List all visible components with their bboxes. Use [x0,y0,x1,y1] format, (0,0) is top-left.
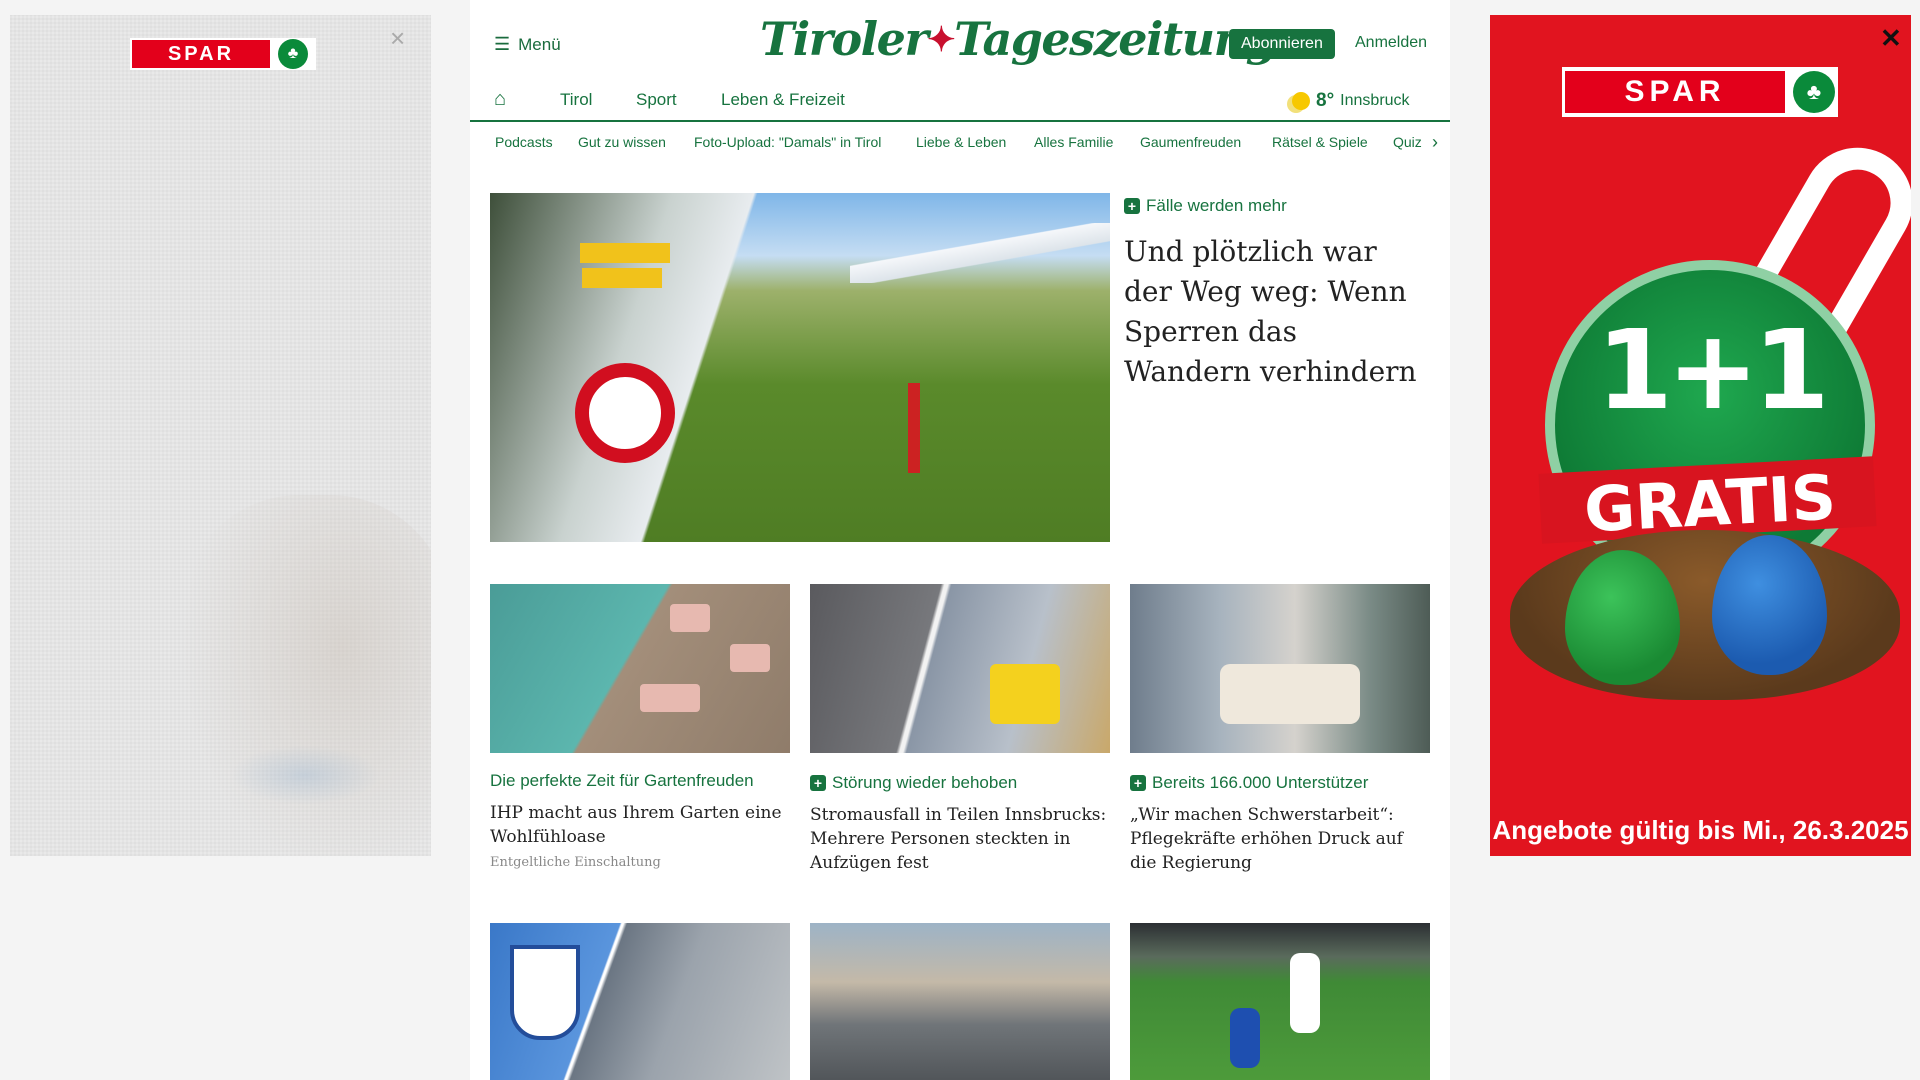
tyrol-eagle-icon: ✦ [927,20,956,60]
foxhill-shield-icon [510,945,580,1040]
site-logo[interactable]: Tiroler✦Tageszeitung [760,12,1278,66]
subnav-scroll-right-icon[interactable]: › [1432,132,1438,153]
subnav-item-raetsel-spiele[interactable]: Rätsel & Spiele [1272,134,1368,150]
thumb-detail [990,664,1060,724]
premium-plus-icon: + [1124,198,1140,214]
article-kicker: + Bereits 166.000 Unterstützer [1130,773,1430,793]
ad-offer-text: 1+1 [1596,306,1829,434]
subnav-item-gut-zu-wissen[interactable]: Gut zu wissen [578,134,666,150]
weather-temp: 8° [1316,90,1335,111]
right-ad-close-icon[interactable]: ✕ [1880,25,1902,51]
article-thumbnail[interactable] [1130,923,1430,1080]
nav-item-sport[interactable]: Sport [636,90,677,110]
hero-sign-yellow-2 [582,268,662,288]
subnav-item-alles-familie[interactable]: Alles Familie [1034,134,1113,150]
login-link[interactable]: Anmelden [1355,34,1427,52]
logo-text-left: Tiroler [760,12,929,66]
spar-logo: SPAR ♣ [1562,67,1838,117]
thumb-detail [670,604,710,632]
subnav-item-foto-upload[interactable]: Foto-Upload: "Damals" in Tirol [694,134,881,150]
sub-nav: Podcasts Gut zu wissen Foto-Upload: "Dam… [470,122,1450,160]
thumb-detail [1220,664,1360,724]
premium-plus-icon: + [810,775,826,791]
main-content: ☰ Menü Tiroler✦Tageszeitung Abonnieren A… [470,0,1450,1080]
thumb-detail [1230,1008,1260,1068]
home-icon[interactable]: ⌂ [494,88,506,111]
article-title[interactable]: „Wir machen Schwerstarbeit“: Pflegekräft… [1130,803,1430,875]
ad-background-detail [230,745,380,805]
logo-text-right: Tageszeitung [954,12,1278,66]
left-ad-banner[interactable]: SPAR ♣ × [10,15,431,856]
subnav-item-gaumenfreuden[interactable]: Gaumenfreuden [1140,134,1241,150]
sponsored-note: Entgeltliche Einschaltung [490,855,661,870]
hero-sign-yellow-1 [580,243,670,263]
nav-item-leben-freizeit[interactable]: Leben & Freizeit [721,90,845,110]
article-thumbnail[interactable] [810,584,1110,753]
menu-label: Menü [518,34,561,54]
article-card[interactable] [490,923,790,1080]
article-thumbnail[interactable] [490,923,790,1080]
menu-search-icon: ☰ [494,34,511,54]
article-title[interactable]: Stromausfall in Teilen Innsbrucks: Mehre… [810,803,1110,875]
article-thumbnail[interactable] [810,923,1110,1080]
sun-cloud-icon [1292,92,1310,110]
subscribe-button[interactable]: Abonnieren [1229,29,1335,59]
spar-tree-icon: ♣ [1793,71,1835,113]
article-card[interactable]: + Störung wieder behoben Stromausfall in… [810,584,1110,875]
article-card[interactable]: + Bereits 166.000 Unterstützer „Wir mach… [1130,584,1430,875]
thumb-detail [640,684,700,712]
article-kicker: + Störung wieder behoben [810,773,1110,793]
article-card[interactable] [1130,923,1430,1080]
site-header: ☰ Menü Tiroler✦Tageszeitung Abonnieren A… [470,0,1450,80]
article-thumbnail[interactable] [490,584,790,753]
menu-button[interactable]: ☰ Menü [494,34,561,55]
main-nav: ⌂ Tirol Sport Leben & Freizeit 8° Innsbr… [470,80,1450,122]
article-kicker-text: Störung wieder behoben [832,773,1018,792]
thumb-detail [1290,953,1320,1033]
article-card[interactable] [810,923,1110,1080]
nav-item-tirol[interactable]: Tirol [560,90,592,110]
no-bike-sign-icon [575,363,675,463]
spar-tree-icon: ♣ [278,39,308,69]
weather-widget[interactable]: 8° Innsbruck [1292,90,1410,112]
article-kicker: Die perfekte Zeit für Gartenfreuden [490,771,790,791]
premium-plus-icon: + [1130,775,1146,791]
hero-kicker-text: Fälle werden mehr [1146,196,1287,215]
spar-logo-text: SPAR [132,40,270,68]
hero-headline[interactable]: Und plötzlich war der Weg weg: Wenn Sper… [1124,232,1424,392]
article-card[interactable]: Die perfekte Zeit für Gartenfreuden IHP … [490,584,790,870]
article-kicker-text: Die perfekte Zeit für Gartenfreuden [490,771,754,790]
right-ad-banner[interactable]: SPAR ♣ 1+1 GRATIS Angebote gültig bis Mi… [1490,15,1911,856]
subnav-item-quiz[interactable]: Quiz [1393,134,1422,150]
article-thumbnail[interactable] [1130,584,1430,753]
article-kicker-text: Bereits 166.000 Unterstützer [1152,773,1369,792]
weather-city: Innsbruck [1340,92,1410,109]
hero-kicker[interactable]: + Fälle werden mehr [1124,196,1287,216]
hero-mountains [850,223,1110,283]
hero-image[interactable] [490,193,1110,542]
spar-logo: SPAR ♣ [130,38,316,70]
subnav-item-podcasts[interactable]: Podcasts [495,134,553,150]
left-ad-close-icon[interactable]: × [390,25,405,51]
subnav-item-liebe-leben[interactable]: Liebe & Leben [916,134,1006,150]
spar-logo-text: SPAR [1565,71,1785,113]
hero-trail-marker [908,383,920,473]
thumb-detail [730,644,770,672]
article-title[interactable]: IHP macht aus Ihrem Garten eine Wohlfühl… [490,801,790,849]
ad-validity-text: Angebote gültig bis Mi., 26.3.2025 [1492,815,1909,845]
